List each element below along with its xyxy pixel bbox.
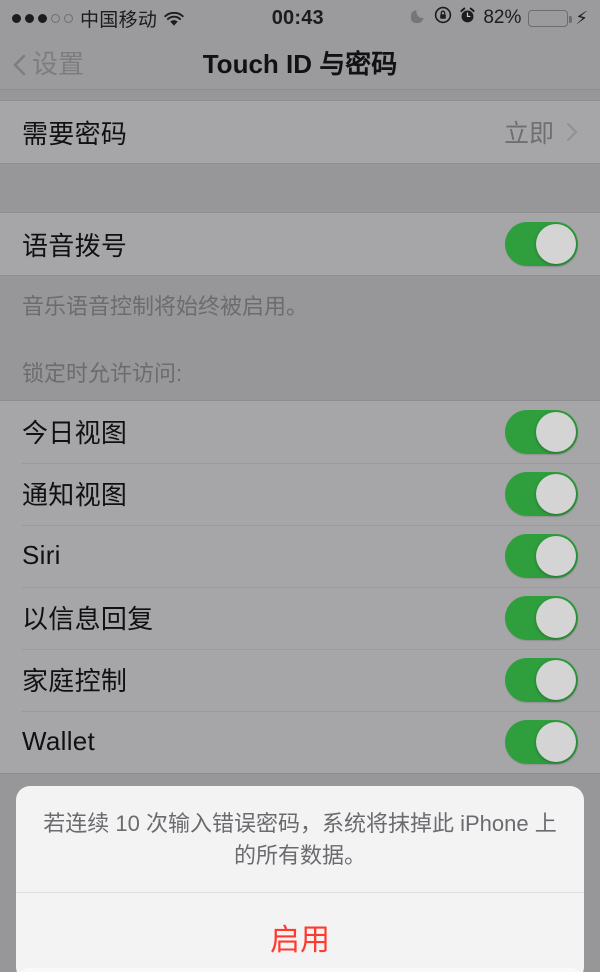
navigation-bar: 设置 Touch ID 与密码 [0, 36, 600, 90]
toggle-wallet[interactable] [505, 719, 578, 764]
row-home-control[interactable]: 家庭控制 [0, 648, 600, 711]
toggle-today-view[interactable] [505, 409, 578, 454]
chevron-right-icon [566, 122, 578, 142]
battery-icon [528, 9, 573, 27]
toggle-knob [536, 659, 576, 700]
back-button-label: 设置 [32, 49, 85, 79]
toggle-reply-with-message[interactable] [505, 595, 578, 640]
signal-dot-3 [38, 13, 47, 23]
back-button[interactable]: 设置 [0, 44, 84, 81]
wifi-icon [164, 11, 184, 26]
status-bar-clock: 00:43 [271, 6, 324, 29]
row-label: 通知视图 [22, 480, 128, 511]
signal-strength-dots [12, 13, 73, 23]
toggle-siri[interactable] [505, 533, 578, 578]
moon-icon [410, 7, 427, 29]
carrier-name: 中国移动 [80, 9, 158, 31]
section-header-allow-access: 锁定时允许访问: [22, 360, 183, 386]
row-today-view[interactable]: 今日视图 [0, 400, 600, 463]
toggle-knob [536, 473, 576, 514]
toggle-knob [536, 721, 576, 762]
signal-dot-1 [12, 13, 21, 23]
row-value: 立即 [503, 120, 554, 148]
row-label: 需要密码 [22, 118, 128, 149]
row-label: Siri [22, 540, 61, 571]
page-title: Touch ID 与密码 [202, 49, 398, 79]
row-label: 以信息回复 [22, 604, 154, 635]
row-siri[interactable]: Siri [0, 524, 600, 587]
toggle-notifications-view[interactable] [505, 471, 578, 516]
action-sheet-message: 若连续 10 次输入错误密码，系统将抹掉此 iPhone 上的所有数据。 [16, 786, 584, 893]
cancel-button[interactable]: 取消 [16, 968, 584, 972]
lightning-bolt-icon: ⚡ [575, 8, 588, 28]
signal-dot-4 [51, 13, 60, 23]
row-label: 语音拨号 [22, 230, 128, 261]
status-bar-right: 82% ⚡ [410, 6, 588, 30]
signal-dot-2 [25, 13, 34, 23]
toggle-knob [536, 224, 576, 264]
row-label: Wallet [22, 726, 96, 757]
status-bar-left: 中国移动 [12, 5, 184, 32]
toggle-home-control[interactable] [505, 657, 578, 702]
action-sheet-cancel-group: 取消 [16, 968, 584, 972]
rotation-lock-icon [434, 6, 452, 30]
enable-button[interactable]: 启用 [16, 893, 584, 972]
toggle-knob [536, 411, 576, 452]
row-reply-with-message[interactable]: 以信息回复 [0, 586, 600, 649]
status-bar: 中国移动 00:43 82% ⚡ [0, 0, 600, 36]
section-allow-access-when-locked: 今日视图 通知视图 Siri 以信息回复 家庭控制 Wallet [0, 399, 600, 774]
section-footer-voice-dial: 音乐语音控制将始终被启用。 [22, 294, 309, 319]
chevron-left-icon [12, 52, 26, 75]
signal-dot-5 [64, 13, 73, 23]
row-require-passcode[interactable]: 需要密码 立即 [0, 101, 600, 163]
row-label: 今日视图 [22, 418, 128, 449]
row-notifications-view[interactable]: 通知视图 [0, 462, 600, 525]
toggle-knob [536, 535, 576, 576]
battery-percentage: 82% [483, 7, 522, 28]
toggle-knob [536, 597, 576, 638]
alarm-clock-icon [459, 7, 476, 30]
row-wallet[interactable]: Wallet [0, 710, 600, 773]
row-label: 家庭控制 [22, 666, 128, 697]
section-voice-dial: 语音拨号 [0, 212, 600, 276]
iphone-screen: 中国移动 00:43 82% ⚡ 设置 Touch ID 与密码 需要密码 立即… [0, 0, 600, 972]
row-voice-dial[interactable]: 语音拨号 [0, 213, 600, 275]
section-passcode-required: 需要密码 立即 [0, 100, 600, 164]
action-sheet: 若连续 10 次输入错误密码，系统将抹掉此 iPhone 上的所有数据。 启用 [16, 786, 584, 972]
toggle-voice-dial[interactable] [505, 222, 578, 266]
